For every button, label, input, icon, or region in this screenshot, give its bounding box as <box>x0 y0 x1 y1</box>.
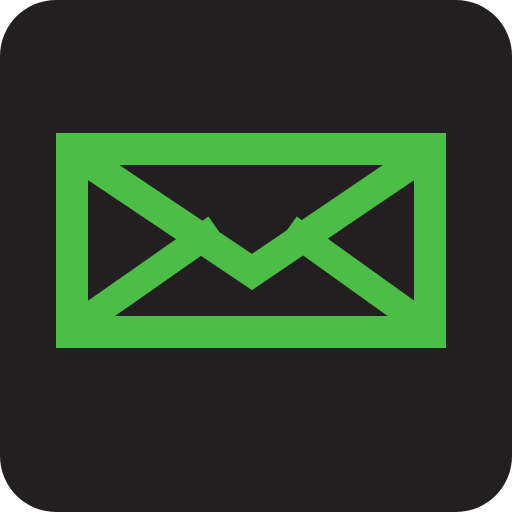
envelope-left-fold <box>62 216 225 342</box>
envelope-icon <box>56 133 446 348</box>
envelope-flap <box>61 137 441 291</box>
app-icon[interactable] <box>0 0 512 512</box>
envelope-right-fold <box>280 216 440 342</box>
